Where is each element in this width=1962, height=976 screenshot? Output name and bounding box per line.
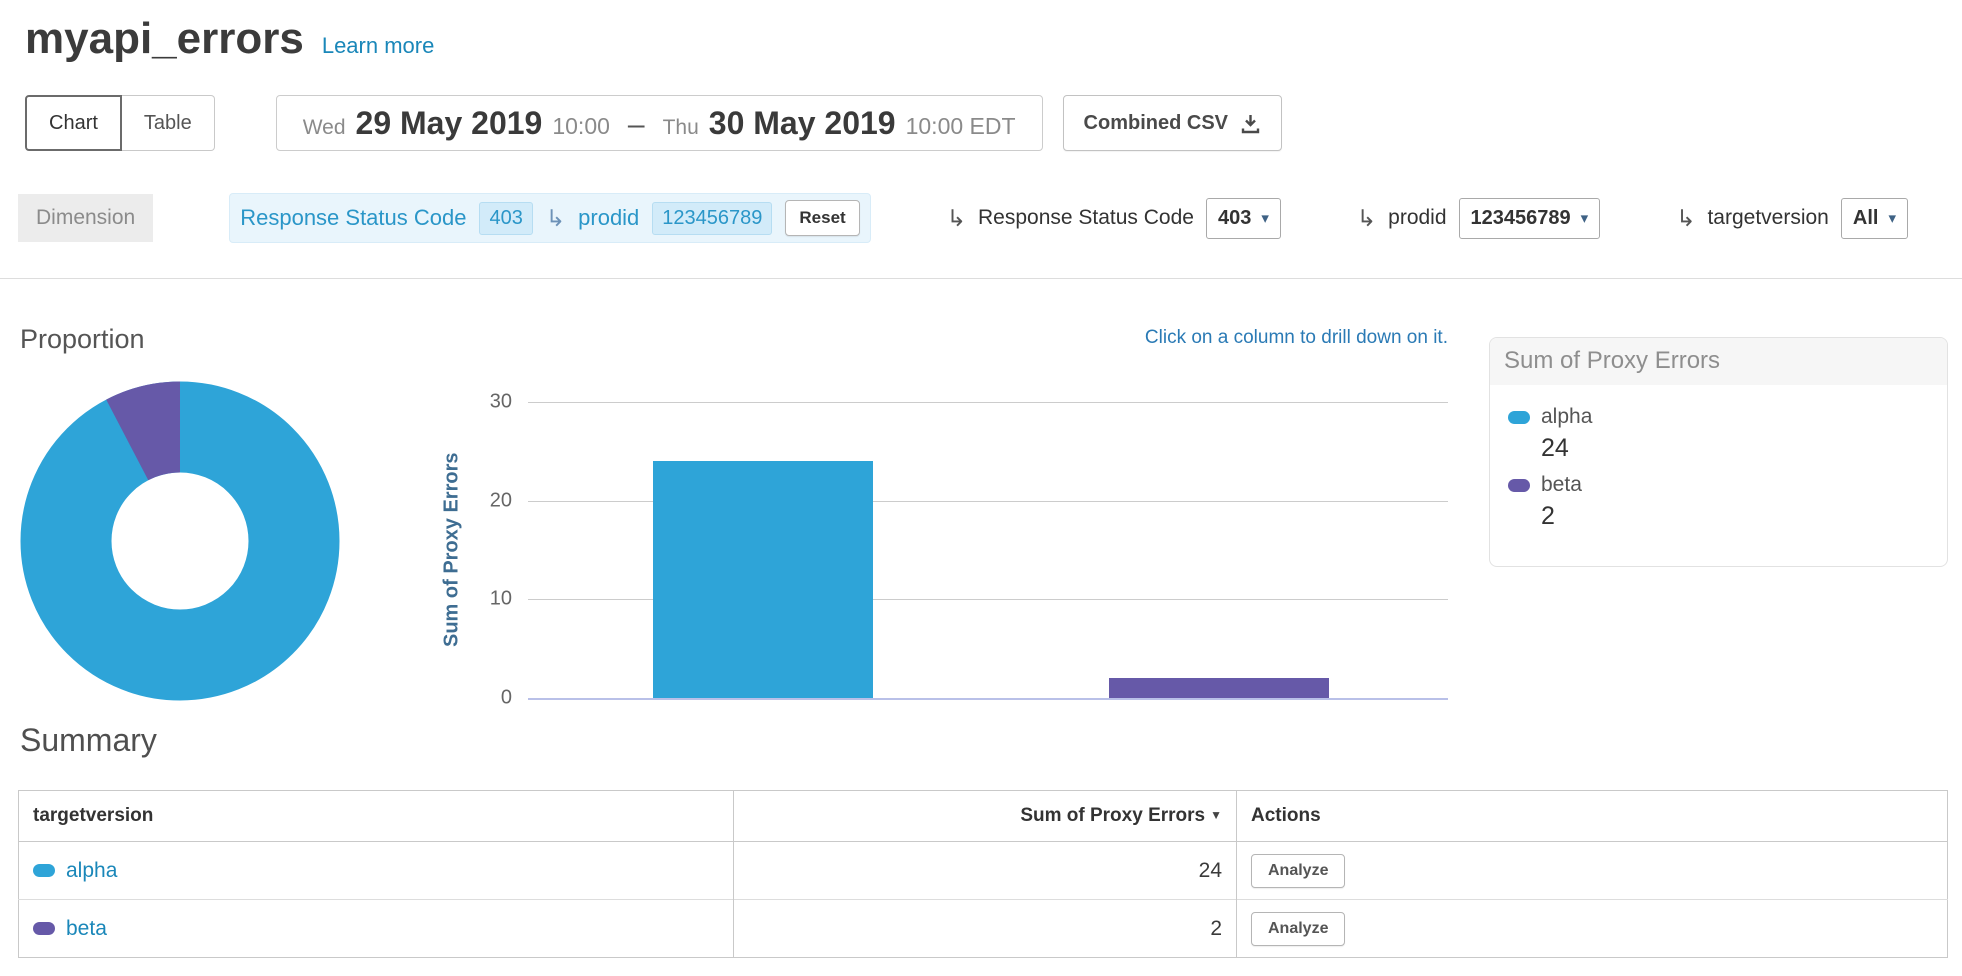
caret-down-icon: ▾ (1581, 209, 1589, 227)
legend-label: alpha (1541, 405, 1592, 429)
proportion-donut-chart[interactable] (10, 371, 350, 711)
end-day: Thu (663, 116, 699, 140)
filter-value-chip-prodid: 123456789 (652, 202, 772, 235)
end-date: 30 May 2019 (709, 105, 896, 142)
start-time: 10:00 (552, 113, 610, 140)
table-row-beta: beta 2 Analyze (19, 900, 1948, 958)
start-date: 29 May 2019 (356, 105, 543, 142)
row-value-alpha: 24 (734, 842, 1237, 900)
bar-alpha[interactable] (653, 461, 873, 698)
view-toggle: Chart Table (25, 95, 215, 151)
toolbar: Chart Table Wed 29 May 2019 10:00 – Thu … (25, 95, 1282, 151)
y-tick-label: 0 (501, 687, 512, 710)
drilldown-label: prodid (1388, 206, 1446, 230)
summary-table: targetversion Sum of Proxy Errors ▼ Actio… (18, 790, 1948, 958)
column-header-targetversion[interactable]: targetversion (19, 791, 734, 842)
combined-csv-label: Combined CSV (1084, 112, 1228, 135)
y-tick-label: 10 (490, 588, 512, 611)
applied-filters: Response Status Code 403 ↳ prodid 123456… (229, 193, 871, 243)
caret-down-icon: ▾ (1261, 209, 1269, 227)
legend-value: 2 (1541, 502, 1929, 531)
response-status-code-select[interactable]: 403 ▾ (1206, 198, 1281, 239)
column-header-sum-label: Sum of Proxy Errors (1020, 805, 1205, 826)
download-icon (1240, 113, 1261, 134)
select-value: All (1853, 207, 1879, 230)
dimension-bar: Dimension Response Status Code 403 ↳ pro… (18, 189, 1942, 247)
date-range-picker[interactable]: Wed 29 May 2019 10:00 – Thu 30 May 2019 … (276, 95, 1043, 151)
y-tick-label: 20 (490, 489, 512, 512)
legend-item-alpha[interactable]: alpha (1508, 405, 1929, 429)
filter-value-chip-403: 403 (479, 202, 532, 235)
row-link-alpha[interactable]: alpha (66, 859, 117, 883)
legend-title: Sum of Proxy Errors (1490, 338, 1947, 385)
legend-label: beta (1541, 473, 1582, 497)
drilldown-label: targetversion (1707, 206, 1828, 230)
analyze-button-alpha[interactable]: Analyze (1251, 854, 1345, 888)
targetversion-select[interactable]: All ▾ (1841, 198, 1908, 239)
drilldown-arrow-icon: ↳ (1676, 207, 1695, 230)
analyze-button-beta[interactable]: Analyze (1251, 912, 1345, 946)
drilldown-arrow-icon: ↳ (947, 207, 966, 230)
learn-more-link[interactable]: Learn more (322, 33, 435, 59)
y-tick-label: 30 (490, 391, 512, 414)
drilldown-arrow-icon: ↳ (1357, 207, 1376, 230)
targetversion-cell: alpha (33, 859, 719, 883)
y-axis-ticks: 0102030 (436, 402, 512, 698)
tab-chart[interactable]: Chart (25, 95, 122, 151)
legend-swatch-beta (1508, 479, 1530, 492)
prodid-select[interactable]: 123456789 ▾ (1459, 198, 1601, 239)
drilldown-arrow-icon: ↳ (546, 207, 565, 230)
drilldown-targetversion: ↳ targetversion All ▾ (1676, 198, 1908, 239)
legend-swatch-alpha (1508, 411, 1530, 424)
x-axis-line (528, 698, 1448, 700)
select-value: 403 (1218, 207, 1251, 230)
page-header: myapi_errors Learn more (25, 14, 434, 64)
row-swatch-alpha (33, 864, 55, 877)
legend-value: 24 (1541, 434, 1929, 463)
filter-name-response-status-code: Response Status Code (240, 205, 466, 231)
start-day: Wed (303, 116, 346, 140)
proportion-title: Proportion (20, 324, 145, 355)
column-header-actions: Actions (1237, 791, 1948, 842)
combined-csv-button[interactable]: Combined CSV (1063, 95, 1282, 151)
drilldown-label: Response Status Code (978, 206, 1194, 230)
select-value: 123456789 (1471, 207, 1571, 230)
column-header-sum-of-proxy-errors[interactable]: Sum of Proxy Errors ▼ (734, 791, 1237, 842)
row-value-beta: 2 (734, 900, 1237, 958)
reset-button[interactable]: Reset (785, 200, 859, 236)
date-range-separator: – (628, 108, 645, 142)
caret-down-icon: ▾ (1888, 209, 1896, 227)
end-time: 10:00 EDT (906, 113, 1016, 140)
table-header-row: targetversion Sum of Proxy Errors ▼ Actio… (19, 791, 1948, 842)
section-divider (0, 278, 1962, 279)
dimension-label: Dimension (18, 194, 153, 242)
filter-name-prodid: prodid (578, 205, 639, 231)
table-row-alpha: alpha 24 Analyze (19, 842, 1948, 900)
legend-panel: Sum of Proxy Errors alpha 24 beta 2 (1489, 337, 1948, 567)
gridline (528, 402, 1448, 403)
legend-item-beta[interactable]: beta (1508, 473, 1929, 497)
row-swatch-beta (33, 922, 55, 935)
row-link-beta[interactable]: beta (66, 917, 107, 941)
tab-table[interactable]: Table (122, 95, 215, 151)
drilldown-hint: Click on a column to drill down on it. (528, 327, 1448, 349)
page-title: myapi_errors (25, 14, 304, 64)
targetversion-cell: beta (33, 917, 719, 941)
legend-body: alpha 24 beta 2 (1490, 385, 1947, 553)
sort-desc-icon: ▼ (1210, 808, 1222, 822)
summary-title: Summary (20, 722, 157, 759)
bar-plot (528, 402, 1448, 698)
drilldown-prodid: ↳ prodid 123456789 ▾ (1357, 198, 1600, 239)
drilldown-response-status-code: ↳ Response Status Code 403 ▾ (947, 198, 1281, 239)
bar-beta[interactable] (1109, 678, 1329, 698)
